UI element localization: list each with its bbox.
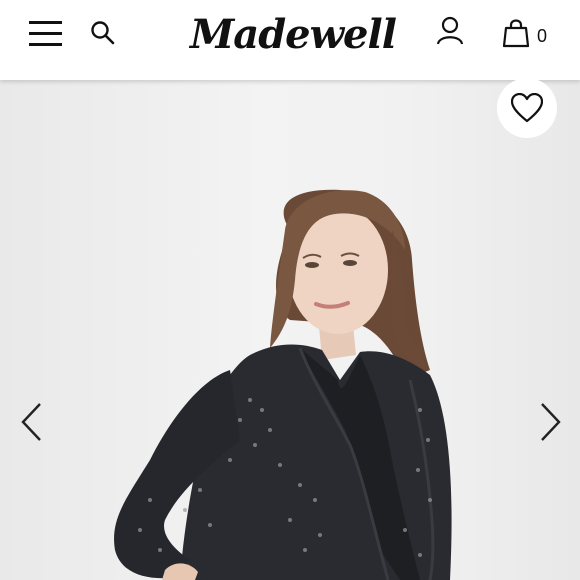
heart-icon xyxy=(511,93,543,123)
product-image-carousel[interactable] xyxy=(0,80,580,580)
bag-item-count: 0 xyxy=(537,26,548,46)
product-photo xyxy=(114,189,452,580)
site-header: Madewell 0 xyxy=(0,0,580,80)
shopping-bag-icon[interactable] xyxy=(502,18,530,48)
user-account-icon[interactable] xyxy=(436,16,464,46)
hamburger-menu-icon[interactable] xyxy=(29,20,63,47)
chevron-right-icon[interactable] xyxy=(538,402,562,442)
search-icon[interactable] xyxy=(90,20,116,46)
favorite-button[interactable] xyxy=(497,78,557,138)
chevron-left-icon[interactable] xyxy=(20,402,44,442)
madewell-logo[interactable]: Madewell xyxy=(190,8,397,62)
